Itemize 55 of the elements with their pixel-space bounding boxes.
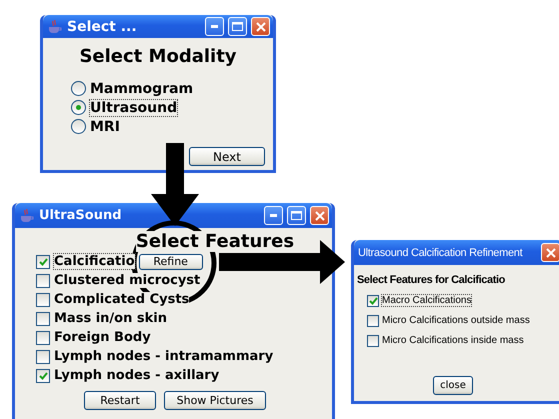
checkbox[interactable] bbox=[36, 330, 50, 344]
feature-label: Complicated Cysts bbox=[54, 292, 190, 307]
minimize-button[interactable] bbox=[264, 206, 283, 225]
feature-label: Lymph nodes - intramammary bbox=[54, 349, 274, 364]
close-icon bbox=[546, 248, 556, 258]
feature-label: Foreign Body bbox=[54, 330, 151, 345]
radio-button[interactable] bbox=[71, 81, 86, 96]
window-title: Select ... bbox=[67, 18, 138, 34]
checkbox[interactable] bbox=[36, 292, 50, 306]
close-dialog-button[interactable]: close bbox=[433, 376, 473, 395]
show-pictures-button[interactable]: Show Pictures bbox=[164, 391, 266, 410]
radio-button[interactable] bbox=[71, 119, 86, 134]
checkbox[interactable] bbox=[36, 254, 50, 268]
minimize-icon bbox=[211, 25, 218, 28]
check-icon bbox=[38, 258, 48, 266]
check-icon bbox=[368, 296, 378, 304]
next-button[interactable]: Next bbox=[189, 147, 265, 166]
checkbox[interactable] bbox=[36, 368, 50, 382]
checkbox[interactable] bbox=[36, 274, 50, 288]
refinement-label: Micro Calcifications inside mass bbox=[382, 335, 524, 346]
maximize-icon bbox=[232, 22, 243, 31]
heading: Select Modality bbox=[79, 46, 237, 67]
heading: Select Features for Calcificatio bbox=[357, 274, 505, 286]
radio-button[interactable] bbox=[71, 100, 86, 115]
checkbox[interactable] bbox=[367, 294, 379, 306]
minimize-icon bbox=[270, 214, 277, 217]
refine-button[interactable]: Refine bbox=[138, 254, 203, 270]
restart-button[interactable]: Restart bbox=[84, 391, 156, 410]
cup-icon bbox=[19, 208, 35, 222]
checkbox[interactable] bbox=[367, 314, 379, 326]
maximize-icon bbox=[291, 211, 302, 220]
checkbox[interactable] bbox=[367, 334, 379, 346]
maximize-button[interactable] bbox=[228, 17, 247, 36]
option-label: Ultrasound bbox=[90, 100, 178, 116]
checkbox[interactable] bbox=[36, 312, 50, 326]
close-button[interactable] bbox=[541, 243, 559, 262]
maximize-button[interactable] bbox=[287, 206, 306, 225]
close-button[interactable] bbox=[251, 17, 270, 36]
feature-label: Lymph nodes - axillary bbox=[54, 368, 220, 383]
heading: Select Features bbox=[136, 231, 294, 252]
close-icon bbox=[314, 210, 324, 220]
minimize-button[interactable] bbox=[205, 17, 224, 36]
cup-icon bbox=[47, 20, 63, 34]
feature-label: Mass in/on skin bbox=[54, 311, 167, 326]
refinement-label: Macro Calcifications bbox=[382, 295, 472, 306]
refinement-label: Micro Calcifications outside mass bbox=[382, 315, 530, 326]
window-title: UltraSound bbox=[39, 208, 123, 223]
check-icon bbox=[38, 372, 48, 380]
close-icon bbox=[256, 22, 266, 32]
checkbox[interactable] bbox=[36, 350, 50, 364]
feature-label: Calcificatio bbox=[54, 254, 135, 269]
option-label: Mammogram bbox=[90, 80, 194, 96]
feature-label: Clustered microcyst bbox=[54, 273, 200, 288]
close-button[interactable] bbox=[310, 206, 329, 225]
window-title: Ultrasound Calcification Refinement bbox=[358, 246, 524, 258]
